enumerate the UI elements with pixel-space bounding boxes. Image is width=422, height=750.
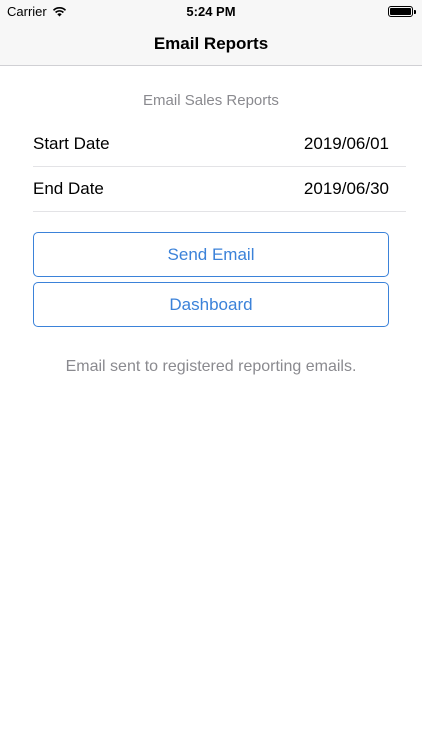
status-time: 5:24 PM [186,4,236,19]
page-title: Email Reports [153,33,269,53]
start-date-label: Start Date [33,134,110,153]
start-date-value[interactable]: 2019/06/01 [304,134,389,154]
status-bar: Carrier 5:24 PM [0,0,422,22]
send-email-button[interactable]: Send Email [33,232,389,277]
end-date-row[interactable]: End Date 2019/06/30 [33,167,406,212]
section-header: Email Sales Reports [143,92,279,109]
start-date-row[interactable]: Start Date 2019/06/01 [33,122,406,167]
end-date-value[interactable]: 2019/06/30 [304,179,389,199]
dashboard-button[interactable]: Dashboard [33,282,389,327]
navigation-bar: Email Reports [0,22,422,66]
status-message: Email sent to registered reporting email… [65,358,357,375]
battery-icon [388,6,416,17]
end-date-label: End Date [33,179,104,198]
